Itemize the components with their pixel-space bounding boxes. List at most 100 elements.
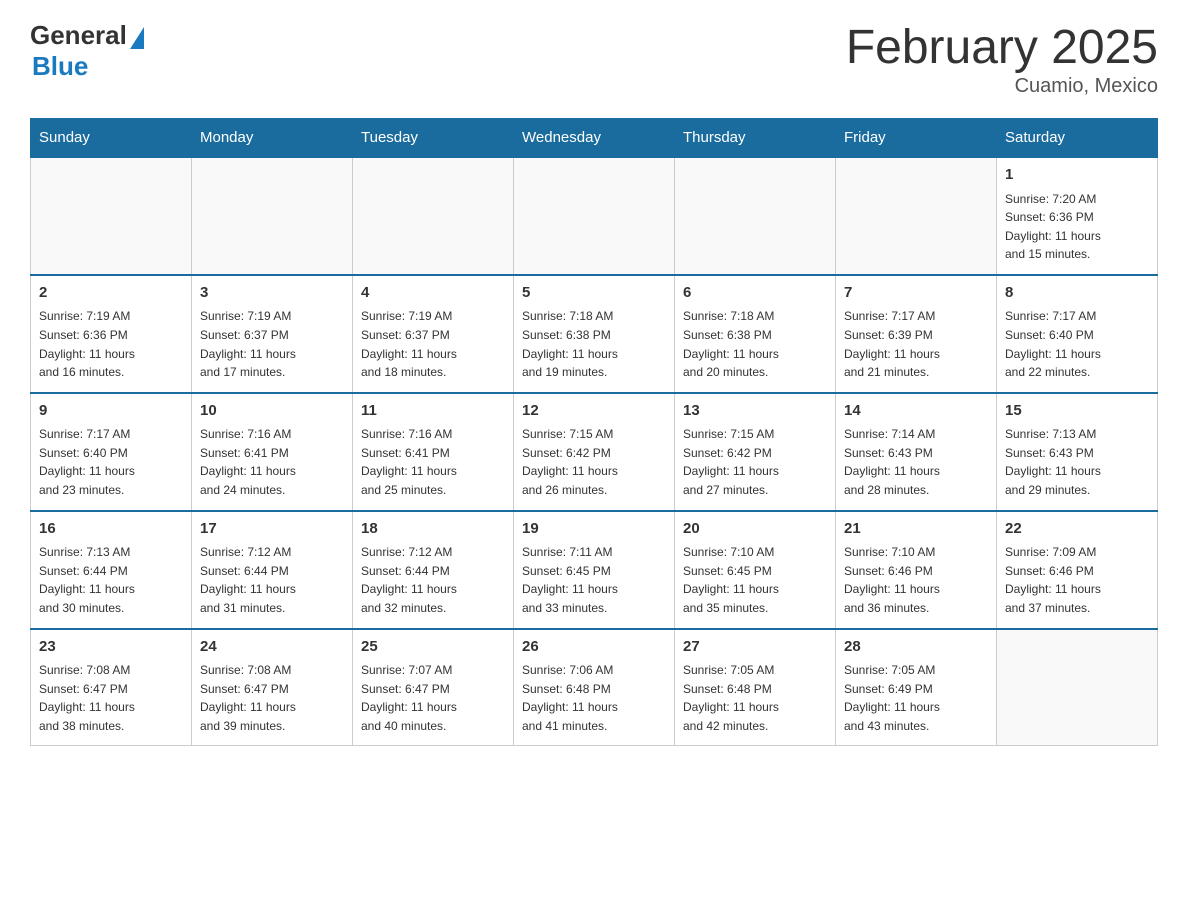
day-info: Sunrise: 7:05 AM Sunset: 6:48 PM Dayligh… [683, 661, 827, 735]
calendar-day-cell: 3Sunrise: 7:19 AM Sunset: 6:37 PM Daylig… [192, 275, 353, 393]
day-number: 16 [39, 518, 183, 541]
day-number: 21 [844, 518, 988, 541]
day-info: Sunrise: 7:19 AM Sunset: 6:37 PM Dayligh… [200, 307, 344, 381]
calendar-day-cell: 19Sunrise: 7:11 AM Sunset: 6:45 PM Dayli… [514, 511, 675, 629]
day-number: 24 [200, 636, 344, 659]
day-info: Sunrise: 7:16 AM Sunset: 6:41 PM Dayligh… [361, 425, 505, 499]
logo-blue-text: Blue [32, 51, 144, 82]
day-of-week-header: Monday [192, 119, 353, 158]
day-number: 22 [1005, 518, 1149, 541]
calendar-week-row: 1Sunrise: 7:20 AM Sunset: 6:36 PM Daylig… [31, 157, 1158, 275]
day-info: Sunrise: 7:19 AM Sunset: 6:36 PM Dayligh… [39, 307, 183, 381]
calendar-day-cell [514, 157, 675, 275]
day-info: Sunrise: 7:19 AM Sunset: 6:37 PM Dayligh… [361, 307, 505, 381]
day-number: 19 [522, 518, 666, 541]
calendar-week-row: 2Sunrise: 7:19 AM Sunset: 6:36 PM Daylig… [31, 275, 1158, 393]
calendar-day-cell: 14Sunrise: 7:14 AM Sunset: 6:43 PM Dayli… [836, 393, 997, 511]
calendar-day-cell: 2Sunrise: 7:19 AM Sunset: 6:36 PM Daylig… [31, 275, 192, 393]
day-info: Sunrise: 7:13 AM Sunset: 6:44 PM Dayligh… [39, 543, 183, 617]
location-label: Cuamio, Mexico [846, 75, 1158, 98]
calendar-body: 1Sunrise: 7:20 AM Sunset: 6:36 PM Daylig… [31, 157, 1158, 746]
calendar-day-cell: 8Sunrise: 7:17 AM Sunset: 6:40 PM Daylig… [997, 275, 1158, 393]
calendar-day-cell: 28Sunrise: 7:05 AM Sunset: 6:49 PM Dayli… [836, 629, 997, 746]
day-number: 15 [1005, 400, 1149, 423]
calendar-day-cell: 5Sunrise: 7:18 AM Sunset: 6:38 PM Daylig… [514, 275, 675, 393]
day-number: 26 [522, 636, 666, 659]
day-number: 5 [522, 282, 666, 305]
day-number: 4 [361, 282, 505, 305]
calendar-day-cell: 27Sunrise: 7:05 AM Sunset: 6:48 PM Dayli… [675, 629, 836, 746]
calendar-day-cell: 25Sunrise: 7:07 AM Sunset: 6:47 PM Dayli… [353, 629, 514, 746]
day-number: 12 [522, 400, 666, 423]
day-info: Sunrise: 7:17 AM Sunset: 6:39 PM Dayligh… [844, 307, 988, 381]
day-number: 3 [200, 282, 344, 305]
calendar-day-cell: 17Sunrise: 7:12 AM Sunset: 6:44 PM Dayli… [192, 511, 353, 629]
day-info: Sunrise: 7:08 AM Sunset: 6:47 PM Dayligh… [200, 661, 344, 735]
day-info: Sunrise: 7:08 AM Sunset: 6:47 PM Dayligh… [39, 661, 183, 735]
day-info: Sunrise: 7:17 AM Sunset: 6:40 PM Dayligh… [39, 425, 183, 499]
day-number: 7 [844, 282, 988, 305]
day-info: Sunrise: 7:05 AM Sunset: 6:49 PM Dayligh… [844, 661, 988, 735]
calendar-day-cell: 11Sunrise: 7:16 AM Sunset: 6:41 PM Dayli… [353, 393, 514, 511]
calendar-week-row: 23Sunrise: 7:08 AM Sunset: 6:47 PM Dayli… [31, 629, 1158, 746]
month-title: February 2025 [846, 20, 1158, 75]
logo-triangle-icon [130, 27, 144, 49]
day-number: 28 [844, 636, 988, 659]
day-of-week-header: Thursday [675, 119, 836, 158]
day-number: 2 [39, 282, 183, 305]
calendar-week-row: 16Sunrise: 7:13 AM Sunset: 6:44 PM Dayli… [31, 511, 1158, 629]
calendar-day-cell: 22Sunrise: 7:09 AM Sunset: 6:46 PM Dayli… [997, 511, 1158, 629]
calendar-day-cell: 9Sunrise: 7:17 AM Sunset: 6:40 PM Daylig… [31, 393, 192, 511]
day-number: 8 [1005, 282, 1149, 305]
day-info: Sunrise: 7:14 AM Sunset: 6:43 PM Dayligh… [844, 425, 988, 499]
logo: General Blue [30, 20, 144, 82]
calendar-day-cell: 15Sunrise: 7:13 AM Sunset: 6:43 PM Dayli… [997, 393, 1158, 511]
day-info: Sunrise: 7:16 AM Sunset: 6:41 PM Dayligh… [200, 425, 344, 499]
calendar-day-cell [192, 157, 353, 275]
day-info: Sunrise: 7:17 AM Sunset: 6:40 PM Dayligh… [1005, 307, 1149, 381]
calendar-day-cell: 12Sunrise: 7:15 AM Sunset: 6:42 PM Dayli… [514, 393, 675, 511]
day-info: Sunrise: 7:09 AM Sunset: 6:46 PM Dayligh… [1005, 543, 1149, 617]
calendar-header: SundayMondayTuesdayWednesdayThursdayFrid… [31, 119, 1158, 158]
calendar-day-cell [997, 629, 1158, 746]
calendar-day-cell [353, 157, 514, 275]
day-info: Sunrise: 7:13 AM Sunset: 6:43 PM Dayligh… [1005, 425, 1149, 499]
day-info: Sunrise: 7:15 AM Sunset: 6:42 PM Dayligh… [522, 425, 666, 499]
calendar-day-cell: 26Sunrise: 7:06 AM Sunset: 6:48 PM Dayli… [514, 629, 675, 746]
calendar-day-cell: 23Sunrise: 7:08 AM Sunset: 6:47 PM Dayli… [31, 629, 192, 746]
day-header-row: SundayMondayTuesdayWednesdayThursdayFrid… [31, 119, 1158, 158]
day-number: 11 [361, 400, 505, 423]
calendar-day-cell: 4Sunrise: 7:19 AM Sunset: 6:37 PM Daylig… [353, 275, 514, 393]
calendar-day-cell: 6Sunrise: 7:18 AM Sunset: 6:38 PM Daylig… [675, 275, 836, 393]
day-number: 13 [683, 400, 827, 423]
day-of-week-header: Wednesday [514, 119, 675, 158]
day-info: Sunrise: 7:07 AM Sunset: 6:47 PM Dayligh… [361, 661, 505, 735]
calendar-day-cell: 18Sunrise: 7:12 AM Sunset: 6:44 PM Dayli… [353, 511, 514, 629]
page-header: General Blue February 2025 Cuamio, Mexic… [30, 20, 1158, 98]
logo-general-text: General [30, 20, 127, 51]
day-number: 1 [1005, 164, 1149, 187]
calendar-day-cell: 21Sunrise: 7:10 AM Sunset: 6:46 PM Dayli… [836, 511, 997, 629]
calendar-day-cell [31, 157, 192, 275]
day-number: 27 [683, 636, 827, 659]
day-number: 18 [361, 518, 505, 541]
day-info: Sunrise: 7:10 AM Sunset: 6:45 PM Dayligh… [683, 543, 827, 617]
day-number: 25 [361, 636, 505, 659]
day-info: Sunrise: 7:06 AM Sunset: 6:48 PM Dayligh… [522, 661, 666, 735]
day-info: Sunrise: 7:18 AM Sunset: 6:38 PM Dayligh… [522, 307, 666, 381]
calendar-week-row: 9Sunrise: 7:17 AM Sunset: 6:40 PM Daylig… [31, 393, 1158, 511]
calendar-day-cell: 13Sunrise: 7:15 AM Sunset: 6:42 PM Dayli… [675, 393, 836, 511]
day-of-week-header: Saturday [997, 119, 1158, 158]
day-number: 14 [844, 400, 988, 423]
day-of-week-header: Tuesday [353, 119, 514, 158]
day-number: 10 [200, 400, 344, 423]
calendar-day-cell: 16Sunrise: 7:13 AM Sunset: 6:44 PM Dayli… [31, 511, 192, 629]
calendar-table: SundayMondayTuesdayWednesdayThursdayFrid… [30, 118, 1158, 746]
calendar-day-cell [675, 157, 836, 275]
day-number: 17 [200, 518, 344, 541]
day-info: Sunrise: 7:12 AM Sunset: 6:44 PM Dayligh… [200, 543, 344, 617]
title-section: February 2025 Cuamio, Mexico [846, 20, 1158, 98]
calendar-day-cell: 10Sunrise: 7:16 AM Sunset: 6:41 PM Dayli… [192, 393, 353, 511]
day-info: Sunrise: 7:11 AM Sunset: 6:45 PM Dayligh… [522, 543, 666, 617]
calendar-day-cell: 7Sunrise: 7:17 AM Sunset: 6:39 PM Daylig… [836, 275, 997, 393]
